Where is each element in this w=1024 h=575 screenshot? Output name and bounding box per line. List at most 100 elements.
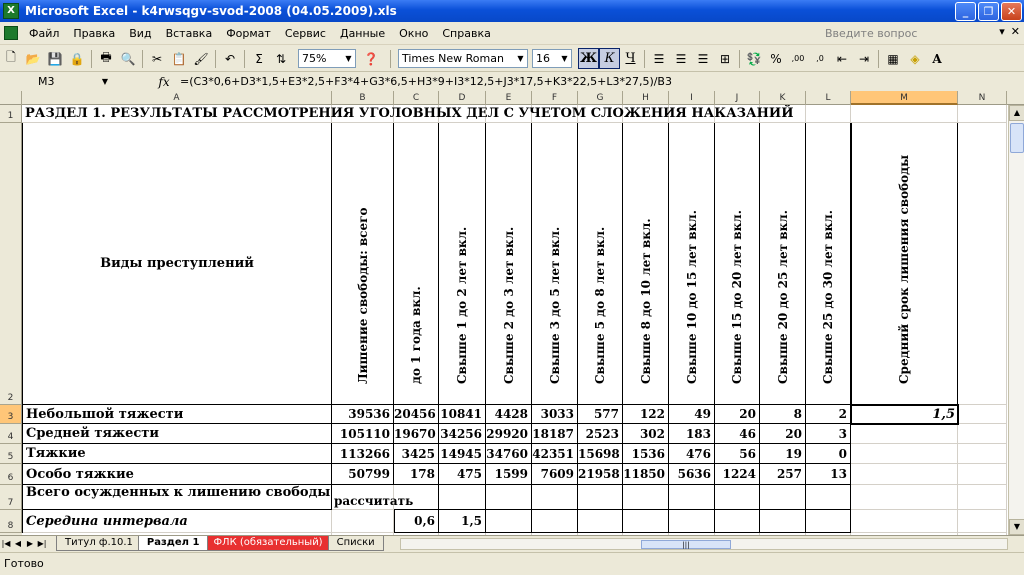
fill-color-icon[interactable]: ◈ (904, 48, 926, 70)
underline-button[interactable]: Ч (620, 48, 641, 69)
data-cell[interactable]: 8 (760, 405, 806, 424)
menu-item[interactable]: Данные (333, 27, 392, 40)
data-cell[interactable]: 113266 (332, 444, 394, 464)
header-cell-vertical[interactable]: Свыше 2 до 3 лет вкл. (486, 123, 532, 405)
italic-button[interactable]: К (599, 48, 620, 69)
borders-icon[interactable]: ▦ (882, 48, 904, 70)
menu-item[interactable]: Сервис (278, 27, 333, 40)
column-header[interactable]: E (486, 91, 532, 105)
calculate-cell[interactable]: рассчитать (332, 485, 413, 510)
data-cell[interactable]: 29920 (486, 424, 532, 444)
empty-cell[interactable] (623, 485, 669, 510)
sheet-tab[interactable]: ФЛК (обязательный) (204, 536, 332, 551)
increase-indent-icon[interactable]: ⇥ (853, 48, 875, 70)
data-cell[interactable]: 14945 (439, 444, 486, 464)
worksheet-grid[interactable]: РАЗДЕЛ 1. РЕЗУЛЬТАТЫ РАССМОТРЕНИЯ УГОЛОВ… (22, 105, 1008, 535)
data-cell[interactable]: 3425 (394, 444, 439, 464)
align-right-icon[interactable]: ☰ (692, 48, 714, 70)
column-header[interactable]: D (439, 91, 486, 105)
insert-function-button[interactable]: fx (154, 75, 174, 89)
prev-sheet-icon[interactable]: ◀ (12, 536, 24, 551)
average-term-cell[interactable]: 1,5 (851, 405, 958, 424)
interval-midpoint-cell[interactable]: 1,5 (439, 510, 486, 533)
font-color-button[interactable]: A (926, 48, 948, 70)
crime-type-label[interactable]: Средней тяжести (22, 424, 332, 444)
data-cell[interactable]: 20456 (394, 405, 439, 424)
crime-type-label[interactable]: Небольшой тяжести (22, 405, 332, 424)
data-cell[interactable]: 15698 (578, 444, 623, 464)
data-cell[interactable]: 21958 (578, 464, 623, 485)
maximize-button[interactable]: ❐ (978, 1, 999, 21)
column-header[interactable]: C (394, 91, 439, 105)
row-header[interactable]: 1 (0, 105, 22, 123)
column-header[interactable]: L (806, 91, 851, 105)
data-cell[interactable]: 20 (760, 424, 806, 444)
data-cell[interactable]: 105110 (332, 424, 394, 444)
header-cell-vertical[interactable]: до 1 года вкл. (394, 123, 439, 405)
data-cell[interactable]: 1224 (715, 464, 760, 485)
data-cell[interactable]: 34256 (439, 424, 486, 444)
data-cell[interactable]: 577 (578, 405, 623, 424)
decrease-indent-icon[interactable]: ⇤ (831, 48, 853, 70)
row-header[interactable]: 6 (0, 464, 22, 485)
autosum-button[interactable]: Σ (248, 48, 270, 70)
data-cell[interactable]: 2 (806, 405, 851, 424)
column-header[interactable]: N (958, 91, 1007, 105)
font-name-select[interactable]: Times New Roman ▼ (398, 49, 528, 68)
row-header[interactable]: 3 (0, 405, 22, 424)
sort-ascending-icon[interactable]: ⇅ (270, 48, 292, 70)
crime-type-label[interactable]: Тяжкие (22, 444, 332, 464)
row-header[interactable]: 2 (0, 123, 22, 405)
workbook-icon[interactable] (4, 26, 18, 40)
data-cell[interactable]: 19670 (394, 424, 439, 444)
row-header[interactable]: 8 (0, 510, 22, 533)
open-folder-icon[interactable]: 📂 (22, 48, 44, 70)
header-cell-vertical[interactable]: Свыше 10 до 15 лет вкл. (669, 123, 715, 405)
menu-item[interactable]: Справка (435, 27, 497, 40)
data-cell[interactable]: 257 (760, 464, 806, 485)
data-cell[interactable]: 183 (669, 424, 715, 444)
column-header[interactable]: K (760, 91, 806, 105)
data-cell[interactable]: 18187 (532, 424, 578, 444)
data-cell[interactable]: 1536 (623, 444, 669, 464)
header-cell-vertical[interactable]: Свыше 5 до 8 лет вкл. (578, 123, 623, 405)
format-painter-icon[interactable]: 🖌 (190, 48, 212, 70)
data-cell[interactable]: 13 (806, 464, 851, 485)
currency-icon[interactable]: 💱 (743, 48, 765, 70)
select-all-corner[interactable] (0, 91, 22, 105)
data-cell[interactable]: 42351 (532, 444, 578, 464)
header-cell-vertical[interactable]: Свыше 3 до 5 лет вкл. (532, 123, 578, 405)
interval-midpoint-label[interactable]: Середина интервала (22, 510, 332, 533)
print-preview-icon[interactable]: 🔍 (117, 48, 139, 70)
empty-cell[interactable] (760, 510, 806, 533)
zoom-select[interactable]: 75% ▼ (298, 49, 356, 68)
data-cell[interactable]: 34760 (486, 444, 532, 464)
menu-item[interactable]: Окно (392, 27, 435, 40)
print-icon[interactable]: 🖶 (95, 48, 117, 70)
formula-input[interactable]: =(C3*0,6+D3*1,5+E3*2,5+F3*4+G3*6,5+H3*9+… (174, 75, 1024, 88)
header-cell-vertical[interactable]: Свыше 20 до 25 лет вкл. (760, 123, 806, 405)
empty-cell[interactable] (669, 510, 715, 533)
empty-cell[interactable] (486, 510, 532, 533)
data-cell[interactable]: 7609 (532, 464, 578, 485)
empty-cell[interactable] (578, 510, 623, 533)
column-header[interactable]: M (851, 91, 958, 105)
scroll-up-icon[interactable]: ▲ (1009, 105, 1024, 121)
data-cell[interactable]: 46 (715, 424, 760, 444)
empty-cell[interactable] (532, 485, 578, 510)
empty-cell[interactable] (760, 485, 806, 510)
help-icon[interactable]: ❓ (360, 48, 382, 70)
menu-item[interactable]: Вставка (159, 27, 220, 40)
data-cell[interactable]: 19 (760, 444, 806, 464)
sheet-tab[interactable]: Списки (327, 536, 384, 551)
new-document-icon[interactable]: 🗋 (0, 48, 22, 70)
increase-decimal-icon[interactable]: ,00 (787, 48, 809, 70)
row-header[interactable]: 7 (0, 485, 22, 510)
menu-item[interactable]: Формат (219, 27, 278, 40)
empty-cell[interactable] (578, 485, 623, 510)
row-header[interactable]: 4 (0, 424, 22, 444)
empty-cell[interactable] (439, 485, 486, 510)
empty-cell[interactable] (394, 485, 439, 510)
data-cell[interactable]: 2523 (578, 424, 623, 444)
percent-button[interactable]: % (765, 48, 787, 70)
